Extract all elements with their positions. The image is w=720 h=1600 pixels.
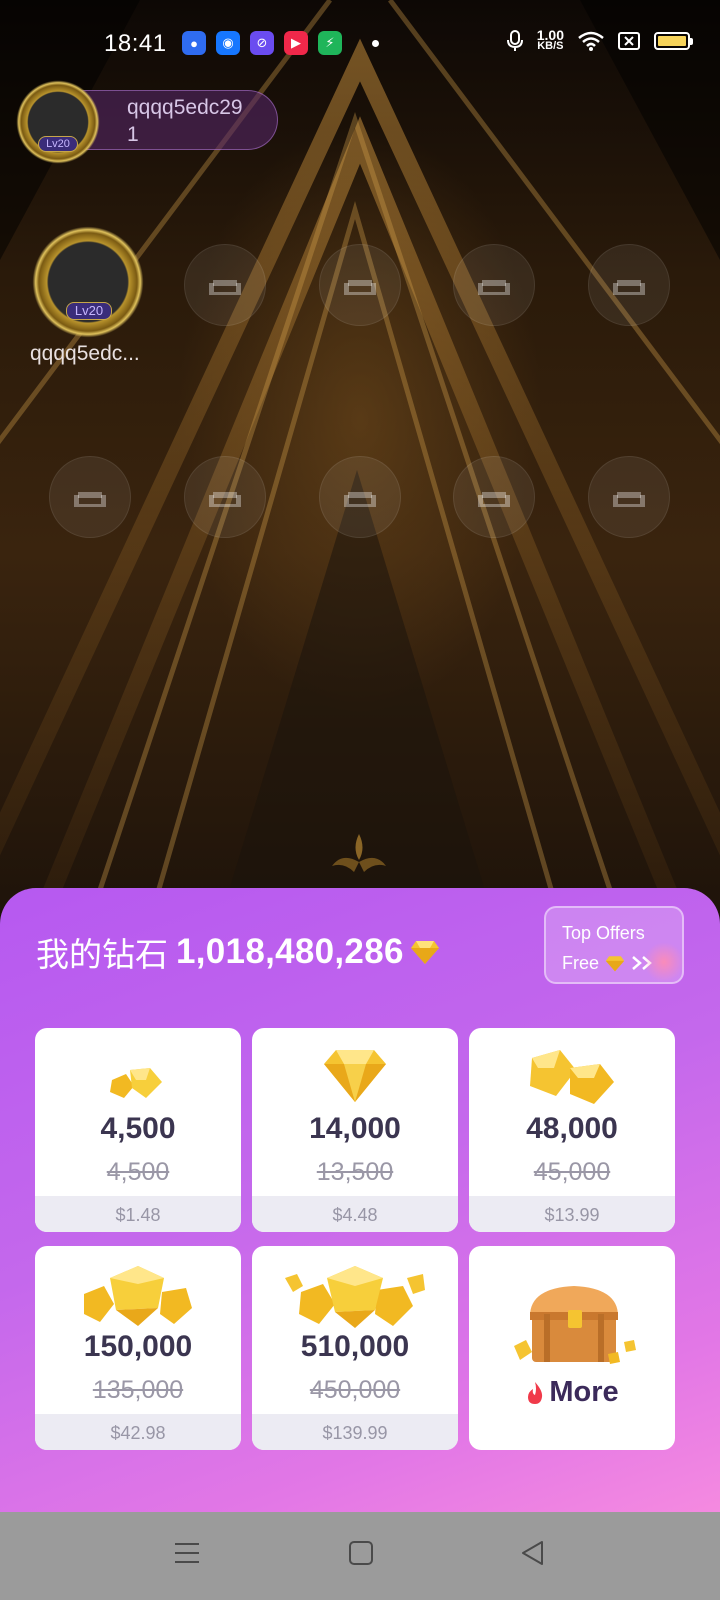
- gem-big-pile-icon: [252, 1264, 458, 1328]
- diamond-icon: [410, 941, 439, 964]
- diamond-balance: 我的钻石 1,018,480,286: [36, 928, 440, 976]
- package-original-amount: 135,000: [92, 1376, 184, 1404]
- microphone-icon: [506, 30, 523, 51]
- more-packages-card[interactable]: More: [469, 1246, 675, 1450]
- empty-seat[interactable]: [184, 456, 266, 538]
- diamond-package-card[interactable]: 14,000 13,500 $4.48: [252, 1028, 458, 1232]
- browser-icon: ◉: [216, 31, 240, 55]
- package-price: $139.99: [252, 1414, 458, 1450]
- diamond-package-card[interactable]: 510,000 450,000 $139.99: [252, 1246, 458, 1450]
- shield-icon: ⚡: [318, 31, 342, 55]
- gem-pile-icon: [35, 1264, 241, 1328]
- no-sim-icon: [618, 32, 640, 50]
- video-icon: ▶: [284, 31, 308, 55]
- package-price: $13.99: [469, 1196, 675, 1232]
- sofa-icon: [613, 492, 645, 507]
- free-label: Free: [562, 953, 600, 973]
- back-icon[interactable]: [520, 1540, 544, 1566]
- balance-label: 我的钻石: [36, 935, 168, 974]
- top-offers-button[interactable]: Top Offers Free: [544, 906, 684, 984]
- package-amount: 4,500: [100, 1112, 176, 1145]
- menu-icon[interactable]: [174, 1540, 200, 1566]
- empty-seat[interactable]: [453, 456, 535, 538]
- level-badge: Lv20: [66, 302, 112, 320]
- owner-name: qqqq5edc...: [30, 342, 140, 365]
- package-price: $42.98: [35, 1414, 241, 1450]
- empty-seat[interactable]: [588, 244, 670, 326]
- fire-icon: [528, 1381, 543, 1404]
- clock: 18:41: [104, 30, 167, 57]
- wifi-icon: [578, 31, 604, 51]
- home-icon[interactable]: [349, 1540, 373, 1566]
- package-original-amount: 4,500: [106, 1158, 170, 1186]
- diamond-store-sheet: 我的钻石 1,018,480,286 Top Offers Free 4,500…: [0, 888, 720, 1514]
- package-original-amount: 45,000: [533, 1158, 611, 1186]
- treasure-chest-icon: [469, 1280, 675, 1370]
- system-navigation-bar: [0, 1512, 720, 1600]
- more-label-row: More: [469, 1376, 675, 1409]
- crest-ornament: [332, 834, 386, 872]
- seat-owner[interactable]: Lv20: [32, 226, 148, 338]
- network-speed-unit: KB/S: [537, 40, 564, 52]
- sofa-icon: [478, 280, 510, 295]
- diamond-package-card[interactable]: 4,500 4,500 $1.48: [35, 1028, 241, 1232]
- battery-icon: [654, 32, 693, 50]
- network-speed: 1.00 KB/S: [537, 28, 564, 52]
- package-amount: 14,000: [309, 1112, 401, 1145]
- notification-icons: ● ◉ ⊘ ▶ ⚡: [182, 31, 342, 55]
- empty-seat[interactable]: [588, 456, 670, 538]
- package-amount: 510,000: [300, 1330, 410, 1363]
- balance-value: 1,018,480,286: [176, 932, 404, 971]
- gem-double-icon: [469, 1046, 675, 1110]
- more-notifications-dot: [372, 40, 379, 47]
- host-avatar[interactable]: Lv20: [16, 80, 100, 164]
- owner-avatar[interactable]: Lv20: [32, 226, 144, 338]
- privacy-icon: ⊘: [250, 31, 274, 55]
- diamond-icon: [605, 955, 625, 971]
- host-name-line2: 1: [127, 123, 139, 146]
- package-price: $4.48: [252, 1196, 458, 1232]
- status-bar: 18:41 ● ◉ ⊘ ▶ ⚡ 1.00 KB/S: [0, 0, 720, 90]
- system-status: 1.00 KB/S: [506, 28, 693, 52]
- package-amount: 48,000: [526, 1112, 618, 1145]
- gem-small-icon: [35, 1046, 241, 1110]
- empty-seat[interactable]: [453, 244, 535, 326]
- package-amount: 150,000: [83, 1330, 193, 1363]
- sofa-icon: [478, 492, 510, 507]
- more-label: More: [549, 1376, 619, 1408]
- baidu-icon: ●: [182, 31, 206, 55]
- empty-seat[interactable]: [319, 456, 401, 538]
- package-price: $1.48: [35, 1196, 241, 1232]
- sofa-icon: [209, 280, 241, 295]
- sofa-icon: [74, 492, 106, 507]
- sofa-icon: [344, 492, 376, 507]
- sofa-icon: [344, 280, 376, 295]
- highlight-glow: [644, 942, 684, 982]
- sofa-icon: [613, 280, 645, 295]
- level-badge: Lv20: [38, 136, 78, 152]
- empty-seat[interactable]: [319, 244, 401, 326]
- package-original-amount: 13,500: [316, 1158, 394, 1186]
- sofa-icon: [209, 492, 241, 507]
- avatar-frame: [32, 226, 144, 338]
- gem-single-icon: [252, 1046, 458, 1110]
- empty-seat[interactable]: [49, 456, 131, 538]
- diamond-package-card[interactable]: 48,000 45,000 $13.99: [469, 1028, 675, 1232]
- host-name-line1: qqqq5edc29: [127, 96, 243, 119]
- empty-seat[interactable]: [184, 244, 266, 326]
- diamond-package-card[interactable]: 150,000 135,000 $42.98: [35, 1246, 241, 1450]
- package-original-amount: 450,000: [309, 1376, 401, 1404]
